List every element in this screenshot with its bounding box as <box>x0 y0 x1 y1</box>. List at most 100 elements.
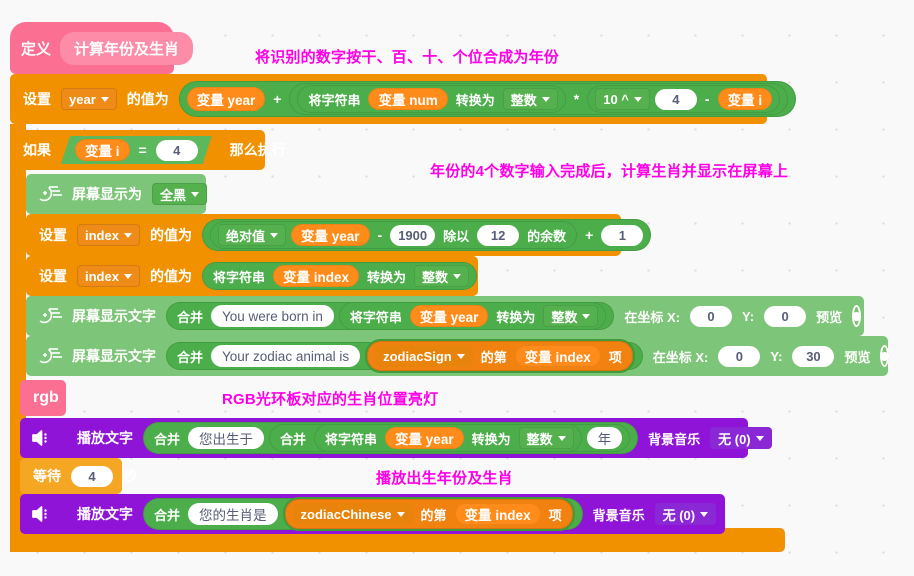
convert-type-dropdown-4[interactable]: 整数 <box>518 427 574 449</box>
join-operator-block[interactable]: 合并 You were born in 将字符串 变量 year 转换为 整数 <box>166 302 615 330</box>
modulo-divisor-input[interactable]: 12 <box>477 224 520 246</box>
bgm-dropdown[interactable]: 无 (0) <box>710 427 772 449</box>
display-text-zodiac-block[interactable]: 屏幕显示文字 合并 Your zodiac animal is zodiacSi… <box>26 336 890 376</box>
variable-year-reporter-2[interactable]: 变量 year <box>409 305 489 327</box>
variable-num-reporter[interactable]: 变量 num <box>368 88 448 110</box>
coord-x-input[interactable]: 0 <box>690 305 733 327</box>
equals-condition[interactable]: 变量 i = 4 <box>61 136 212 164</box>
rgb-block[interactable]: rgb <box>20 380 66 416</box>
modulo-operator-block[interactable]: 绝对值 变量 year - 1900 除以 12 的余数 <box>209 221 578 249</box>
equals-operator-block[interactable]: 变量 i = 4 <box>61 136 212 164</box>
screen-display-fill-block[interactable]: 屏幕显示为 全黑 <box>26 174 208 214</box>
chevron-down-icon <box>269 232 278 238</box>
year-variable-label: year <box>69 91 96 107</box>
zodiac-sign-list-label: zodiacSign <box>383 348 452 364</box>
set-year-variable-block[interactable]: 设置 year 的值为 变量 year + 将字符串 变量 num 转换为 整数… <box>10 74 797 124</box>
index-variable-dropdown[interactable]: index <box>77 224 140 246</box>
display-text-label: 屏幕显示文字 <box>72 308 156 324</box>
if-condition-block[interactable]: 如果 变量 i = 4 那么执行 <box>10 130 286 170</box>
condition-value-input[interactable]: 4 <box>156 140 198 161</box>
index-variable-label: index <box>85 227 119 243</box>
string-to-number-block[interactable]: 将字符串 变量 num 转换为 整数 <box>297 85 566 113</box>
block-workspace-canvas[interactable]: 将识别的数字按干、百、十、个位合成为年份 年份的4个数字输入完成后，计算生肖并显… <box>0 0 914 576</box>
chevron-down-icon <box>633 96 642 102</box>
zodiac-chinese-list-dropdown[interactable]: zodiacChinese <box>292 503 413 525</box>
variable-i-reporter[interactable]: 变量 i <box>717 88 773 110</box>
modulo-label: 除以 <box>443 228 470 244</box>
list-item-label-2: 的第 <box>420 507 447 523</box>
convert-type-label-2: 整数 <box>422 269 449 285</box>
abs-function-dropdown[interactable]: 绝对值 <box>217 224 286 246</box>
display-text-year-block[interactable]: 屏幕显示文字 合并 You were born in 将字符串 变量 year … <box>26 296 864 336</box>
chevron-down-icon <box>700 511 709 517</box>
minus-symbol: - <box>704 91 710 107</box>
set-keyword: 设置 <box>23 91 51 107</box>
led-matrix-icon <box>36 345 62 367</box>
coord-y-input[interactable]: 0 <box>764 305 807 327</box>
multiply-operator-block[interactable]: 将字符串 变量 num 转换为 整数 * 10 ^ 4 - 变量 i <box>289 83 789 115</box>
convert-type-dropdown-2[interactable]: 整数 <box>414 265 470 287</box>
comment-year-composition: 将识别的数字按干、百、十、个位合成为年份 <box>255 49 560 66</box>
zodiac-sign-list-dropdown[interactable]: zodiacSign <box>375 345 473 367</box>
string-to-number-block-3[interactable]: 将字符串 变量 year 转换为 整数 <box>338 302 607 330</box>
year-offset-input[interactable]: 1900 <box>390 224 436 246</box>
wait-seconds-block[interactable]: 等待 4 秒 <box>20 458 137 494</box>
power-operator-block[interactable]: 10 ^ 4 - 变量 i <box>587 85 781 113</box>
coord-y-label-2: Y: <box>770 348 783 364</box>
variable-year-reporter-3[interactable]: 变量 year <box>385 427 464 449</box>
speaker-icon <box>30 504 52 524</box>
chevron-down-icon <box>123 232 132 238</box>
string-to-number-block-4[interactable]: 将字符串 变量 year 转换为 整数 <box>314 424 582 452</box>
string-to-number-block-2[interactable]: 将字符串 变量 index 转换为 整数 <box>201 262 478 290</box>
convert-type-dropdown[interactable]: 整数 <box>502 88 558 110</box>
index-variable-dropdown-2[interactable]: index <box>77 265 140 287</box>
list-item-block-2[interactable]: zodiacChinese 的第 变量 index 项 <box>282 497 575 531</box>
join-text-input[interactable]: You were born in <box>211 305 334 327</box>
bgm-dropdown-2[interactable]: 无 (0) <box>654 503 717 525</box>
display-text-label-2: 屏幕显示文字 <box>72 348 156 364</box>
abs-label: 绝对值 <box>225 228 265 244</box>
variable-index-reporter-2[interactable]: 变量 index <box>514 345 601 367</box>
chevron-down-icon <box>453 273 462 279</box>
procedure-name-chip[interactable]: 计算年份及生肖 <box>60 31 194 65</box>
chevron-down-icon <box>541 96 550 102</box>
join-text-input-2[interactable]: Your zodiac animal is <box>211 345 361 367</box>
speaker-icon <box>30 428 52 448</box>
list-item-block[interactable]: zodiacSign 的第 变量 index 项 <box>365 339 635 373</box>
plus-one-operator-block[interactable]: 绝对值 变量 year - 1900 除以 12 的余数 + 1 <box>201 219 652 251</box>
set-index-int-block[interactable]: 设置 index 的值为 将字符串 变量 index 转换为 整数 <box>26 256 478 296</box>
speak-year-block[interactable]: 播放文字 合并 您出生于 合并 将字符串 变量 year 转换为 整数 年 背景… <box>20 418 772 458</box>
plus-one-input[interactable]: 1 <box>601 224 644 246</box>
join-operator-speak[interactable]: 合并 您出生于 合并 将字符串 变量 year 转换为 整数 年 <box>143 422 639 454</box>
variable-i-reporter-condition[interactable]: 变量 i <box>75 139 130 161</box>
chevron-down-icon <box>191 191 200 197</box>
wait-seconds-input[interactable]: 4 <box>71 465 113 487</box>
screen-fill-dropdown[interactable]: 全黑 <box>152 183 208 205</box>
speak-zodiac-block[interactable]: 播放文字 合并 您的生肖是 zodiacChinese 的第 变量 index … <box>20 494 725 534</box>
speak-zodiac-text-input[interactable]: 您的生肖是 <box>188 503 278 525</box>
join-operator-block-2[interactable]: 合并 Your zodiac animal is zodiacSign 的第 变… <box>166 339 643 373</box>
chevron-down-icon <box>100 96 109 102</box>
speak-text1-input[interactable]: 您出生于 <box>188 427 265 449</box>
addition-operator-block[interactable]: 变量 year + 将字符串 变量 num 转换为 整数 * 10 ^ 4 - … <box>178 81 797 117</box>
eye-icon[interactable] <box>880 345 890 367</box>
variable-index-reporter-3[interactable]: 变量 index <box>454 503 541 525</box>
variable-year-reporter[interactable]: 变量 year <box>186 87 266 111</box>
coord-x-input-2[interactable]: 0 <box>718 345 761 367</box>
preview-label: 预览 <box>816 309 843 325</box>
variable-index-reporter[interactable]: 变量 index <box>272 265 359 287</box>
join-operator-speak-inner[interactable]: 合并 将字符串 变量 year 转换为 整数 年 <box>269 424 631 452</box>
eye-icon[interactable] <box>852 305 862 327</box>
year-variable-dropdown[interactable]: year <box>61 88 117 110</box>
exponent-input[interactable]: 4 <box>654 88 697 110</box>
convert-type-dropdown-3[interactable]: 整数 <box>543 305 599 327</box>
define-procedure-block[interactable]: 定义 计算年份及生肖 <box>10 22 194 74</box>
join-operator-speak-2[interactable]: 合并 您的生肖是 zodiacChinese 的第 变量 index 项 <box>143 497 583 531</box>
speak-text2-input[interactable]: 年 <box>586 427 623 449</box>
set-index-mod-block[interactable]: 设置 index 的值为 绝对值 变量 year - 1900 除以 12 的余… <box>26 214 652 256</box>
define-keyword: 定义 <box>21 40 52 58</box>
led-matrix-icon <box>36 305 62 327</box>
variable-year-reporter-mod[interactable]: 变量 year <box>290 224 370 246</box>
power-base-dropdown[interactable]: 10 ^ <box>595 88 650 110</box>
coord-y-input-2[interactable]: 30 <box>792 345 835 367</box>
